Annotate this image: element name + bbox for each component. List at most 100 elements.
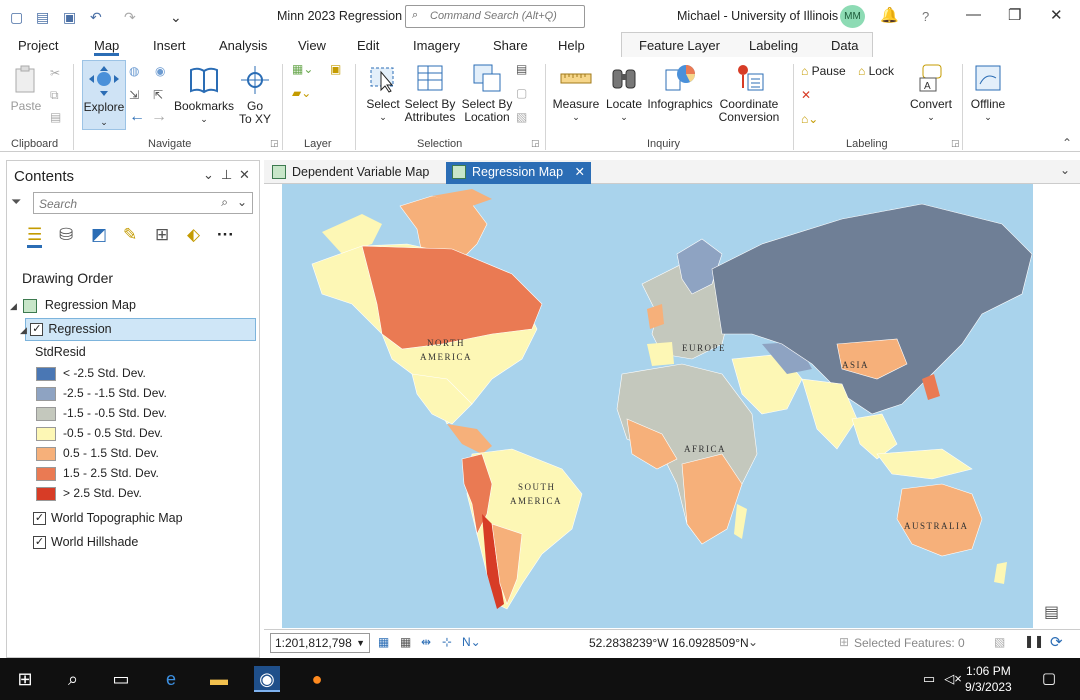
legend-item[interactable]: -1.5 - -0.5 Std. Dev. — [36, 406, 167, 421]
search-icon[interactable]: ⌕ — [60, 666, 86, 692]
tree-basemap-topo[interactable]: ✓ World Topographic Map — [33, 511, 183, 526]
network-icon[interactable]: ▭ — [916, 666, 942, 692]
tab-project[interactable]: Project — [18, 38, 58, 53]
navigate-options-icon[interactable]: ◲ — [270, 138, 279, 149]
select-button[interactable]: Select ⌄ — [364, 62, 402, 124]
minimize-button[interactable]: — — [966, 6, 981, 23]
list-by-selection-icon[interactable]: ◩ — [91, 225, 107, 245]
new-project-icon[interactable]: ▢ — [10, 9, 23, 26]
north-arrow-icon[interactable]: N⌄ — [462, 635, 481, 649]
select-tool-icon[interactable]: ▧ — [994, 635, 1005, 649]
explore-button[interactable]: Explore ⌄ — [82, 60, 126, 130]
selection-options-icon[interactable]: ◲ — [531, 138, 540, 149]
select-by-location-button[interactable]: Select By Location — [460, 62, 514, 124]
go-to-xy-button[interactable]: Go To XY — [238, 64, 272, 126]
legend-item[interactable]: 1.5 - 2.5 Std. Dev. — [36, 466, 159, 481]
tree-layer-node[interactable]: ◢ ✓ Regression — [20, 322, 112, 337]
next-extent-icon[interactable]: → — [151, 108, 167, 126]
command-search-input[interactable]: ⌕ Command Search (Alt+Q) — [405, 5, 585, 28]
help-button[interactable]: ? — [922, 9, 929, 24]
convert-button[interactable]: A Convert ⌄ — [908, 62, 954, 124]
layer-visibility-checkbox[interactable]: ✓ — [30, 323, 44, 337]
tab-map[interactable]: Map — [94, 38, 120, 56]
scale-dropdown[interactable]: 1:201,812,798 ▼ — [270, 633, 370, 653]
add-graphics-layer-icon[interactable]: ▰⌄ — [292, 86, 311, 100]
search-dropdown-icon[interactable]: ⌄ — [237, 195, 247, 209]
restore-button[interactable]: ❐ — [1008, 6, 1021, 24]
collapse-icon[interactable]: ◢ — [20, 325, 27, 335]
file-explorer-icon[interactable]: ▬ — [206, 666, 232, 692]
legend-item[interactable]: -2.5 - -1.5 Std. Dev. — [36, 386, 167, 401]
open-folder-icon[interactable]: ▤ — [36, 9, 49, 26]
filter-icon[interactable]: ⏷ — [11, 194, 21, 210]
legend-item[interactable]: < -2.5 Std. Dev. — [36, 366, 146, 381]
hillshade-visibility-checkbox[interactable]: ✓ — [33, 536, 46, 550]
attributes-icon[interactable]: ▤ — [516, 62, 527, 76]
pause-labels-button[interactable]: ⌂ Pause — [801, 64, 846, 78]
pause-drawing-icon[interactable]: ❚❚ — [1024, 634, 1044, 648]
coordinate-conversion-button[interactable]: Coordinate Conversion — [716, 62, 782, 124]
legend-item[interactable]: > 2.5 Std. Dev. — [36, 486, 142, 501]
save-icon[interactable]: ▣ — [63, 9, 76, 26]
avatar[interactable]: MM — [840, 5, 865, 28]
redo-icon[interactable]: ↷ — [124, 9, 136, 26]
grid-icon[interactable]: ▦ — [400, 635, 411, 649]
close-pane-icon[interactable]: ✕ — [239, 167, 250, 183]
arcgis-pro-icon[interactable]: ◉ — [254, 666, 280, 692]
select-by-attributes-button[interactable]: Select By Attributes — [402, 62, 458, 124]
contents-search-input[interactable]: Search ⌕ ⌄ — [33, 192, 253, 214]
locate-button[interactable]: Locate ⌄ — [603, 62, 645, 124]
offline-button[interactable]: Offline ⌄ — [968, 62, 1008, 124]
lock-labels-button[interactable]: ⌂ Lock — [858, 64, 894, 78]
windows-start-icon[interactable]: ⊞ — [12, 666, 38, 692]
undo-icon[interactable]: ↶ — [90, 9, 102, 26]
unplaced-labels-icon[interactable]: ✕ — [801, 88, 811, 102]
list-by-editing-icon[interactable]: ✎ — [123, 225, 137, 245]
notification-bell-icon[interactable]: 🔔 — [880, 6, 899, 24]
close-tab-icon[interactable]: ✕ — [575, 164, 585, 179]
labeling-options-icon[interactable]: ◲ — [951, 138, 960, 149]
previous-extent-icon[interactable]: ← — [129, 108, 145, 126]
list-by-snapping-icon[interactable]: ⊞ — [155, 225, 169, 245]
legend-item[interactable]: -0.5 - 0.5 Std. Dev. — [36, 426, 163, 441]
tab-imagery[interactable]: Imagery — [413, 38, 460, 53]
snapping-icon[interactable]: ⇹ — [421, 635, 431, 649]
basemap-gallery-icon[interactable]: ▤ — [1044, 602, 1059, 622]
world-map[interactable]: NORTH AMERICA SOUTH AMERICA EUROPE AFRIC… — [282, 184, 1033, 628]
zoom-to-selection-icon[interactable]: ▧ — [516, 110, 527, 124]
tab-edit[interactable]: Edit — [357, 38, 379, 53]
bookmarks-button[interactable]: Bookmarks ⌄ — [172, 64, 236, 126]
cut-icon[interactable]: ✂ — [50, 66, 60, 80]
tab-share[interactable]: Share — [493, 38, 528, 53]
legend-item[interactable]: 0.5 - 1.5 Std. Dev. — [36, 446, 159, 461]
copy-icon[interactable]: ⧉ — [50, 88, 59, 103]
paste-button[interactable]: Paste — [8, 64, 44, 113]
tab-view[interactable]: View — [298, 38, 326, 53]
map-view[interactable]: NORTH AMERICA SOUTH AMERICA EUROPE AFRIC… — [282, 184, 1033, 628]
fixed-grid-icon[interactable]: ▦ — [378, 635, 389, 649]
refresh-icon[interactable]: ⟳ — [1050, 633, 1063, 651]
system-clock[interactable]: 1:06 PM 9/3/2023 — [965, 663, 1012, 695]
tab-labeling[interactable]: Labeling — [749, 38, 798, 53]
label-priority-icon[interactable]: ⌂⌄ — [801, 112, 818, 126]
collapse-ribbon-icon[interactable]: ⌃ — [1062, 136, 1072, 150]
tab-feature-layer[interactable]: Feature Layer — [639, 38, 720, 53]
notifications-icon[interactable]: ▢ — [1036, 666, 1062, 692]
tab-list-dropdown-icon[interactable]: ⌄ — [1060, 163, 1070, 177]
firefox-icon[interactable]: ● — [304, 666, 330, 692]
constraint-icon[interactable]: ⊹ — [442, 635, 452, 649]
collapse-icon[interactable]: ◢ — [10, 301, 17, 311]
tree-map-node[interactable]: ◢ Regression Map — [10, 298, 136, 313]
list-by-drawing-order-icon[interactable]: ☰ — [27, 225, 43, 248]
add-data-icon[interactable]: ▦⌄ — [292, 62, 313, 76]
task-view-icon[interactable]: ▭ — [108, 666, 134, 692]
clear-selection-icon[interactable]: ▢ — [516, 86, 527, 100]
list-by-labeling-icon[interactable]: ⬖ — [187, 225, 200, 245]
copy-path-icon[interactable]: ▤ — [50, 110, 61, 124]
topo-visibility-checkbox[interactable]: ✓ — [33, 512, 46, 526]
tab-insert[interactable]: Insert — [153, 38, 186, 53]
tab-regression-map[interactable]: Regression Map ✕ — [446, 162, 592, 184]
fixed-zoom-icon[interactable]: ◉ — [155, 64, 165, 78]
coordinate-format-dropdown-icon[interactable]: ⌄ — [748, 635, 758, 649]
tab-analysis[interactable]: Analysis — [219, 38, 267, 53]
